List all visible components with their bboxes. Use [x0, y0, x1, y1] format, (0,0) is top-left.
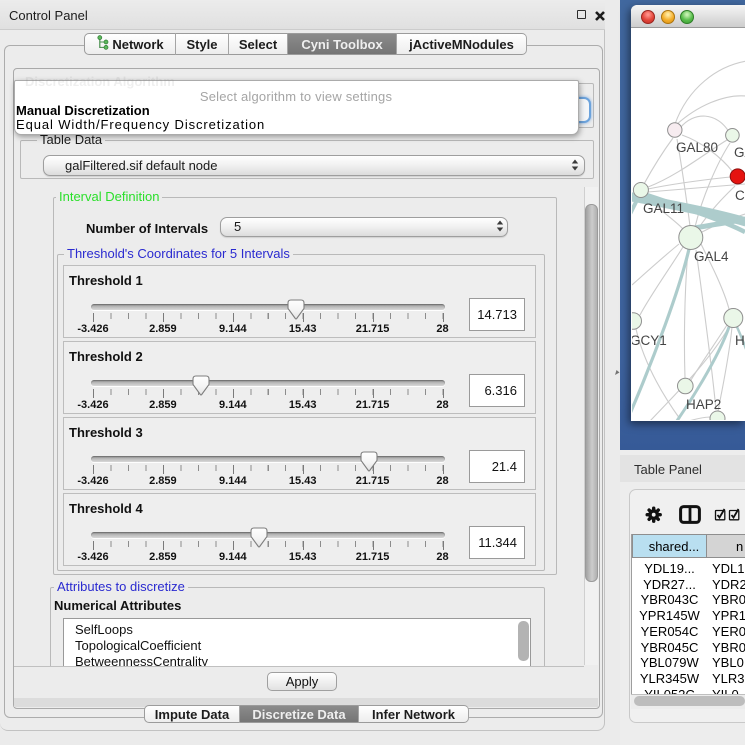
- svg-text:C: C: [735, 188, 745, 203]
- svg-text:GAL80: GAL80: [676, 140, 718, 155]
- svg-text:HAP2: HAP2: [686, 397, 721, 412]
- svg-text:HIS: HIS: [735, 333, 745, 348]
- svg-text:GAL4: GAL4: [694, 249, 729, 264]
- svg-text:GA.: GA.: [734, 145, 745, 160]
- svg-text:GCY1: GCY1: [632, 333, 667, 348]
- svg-text:GAL11: GAL11: [643, 201, 684, 216]
